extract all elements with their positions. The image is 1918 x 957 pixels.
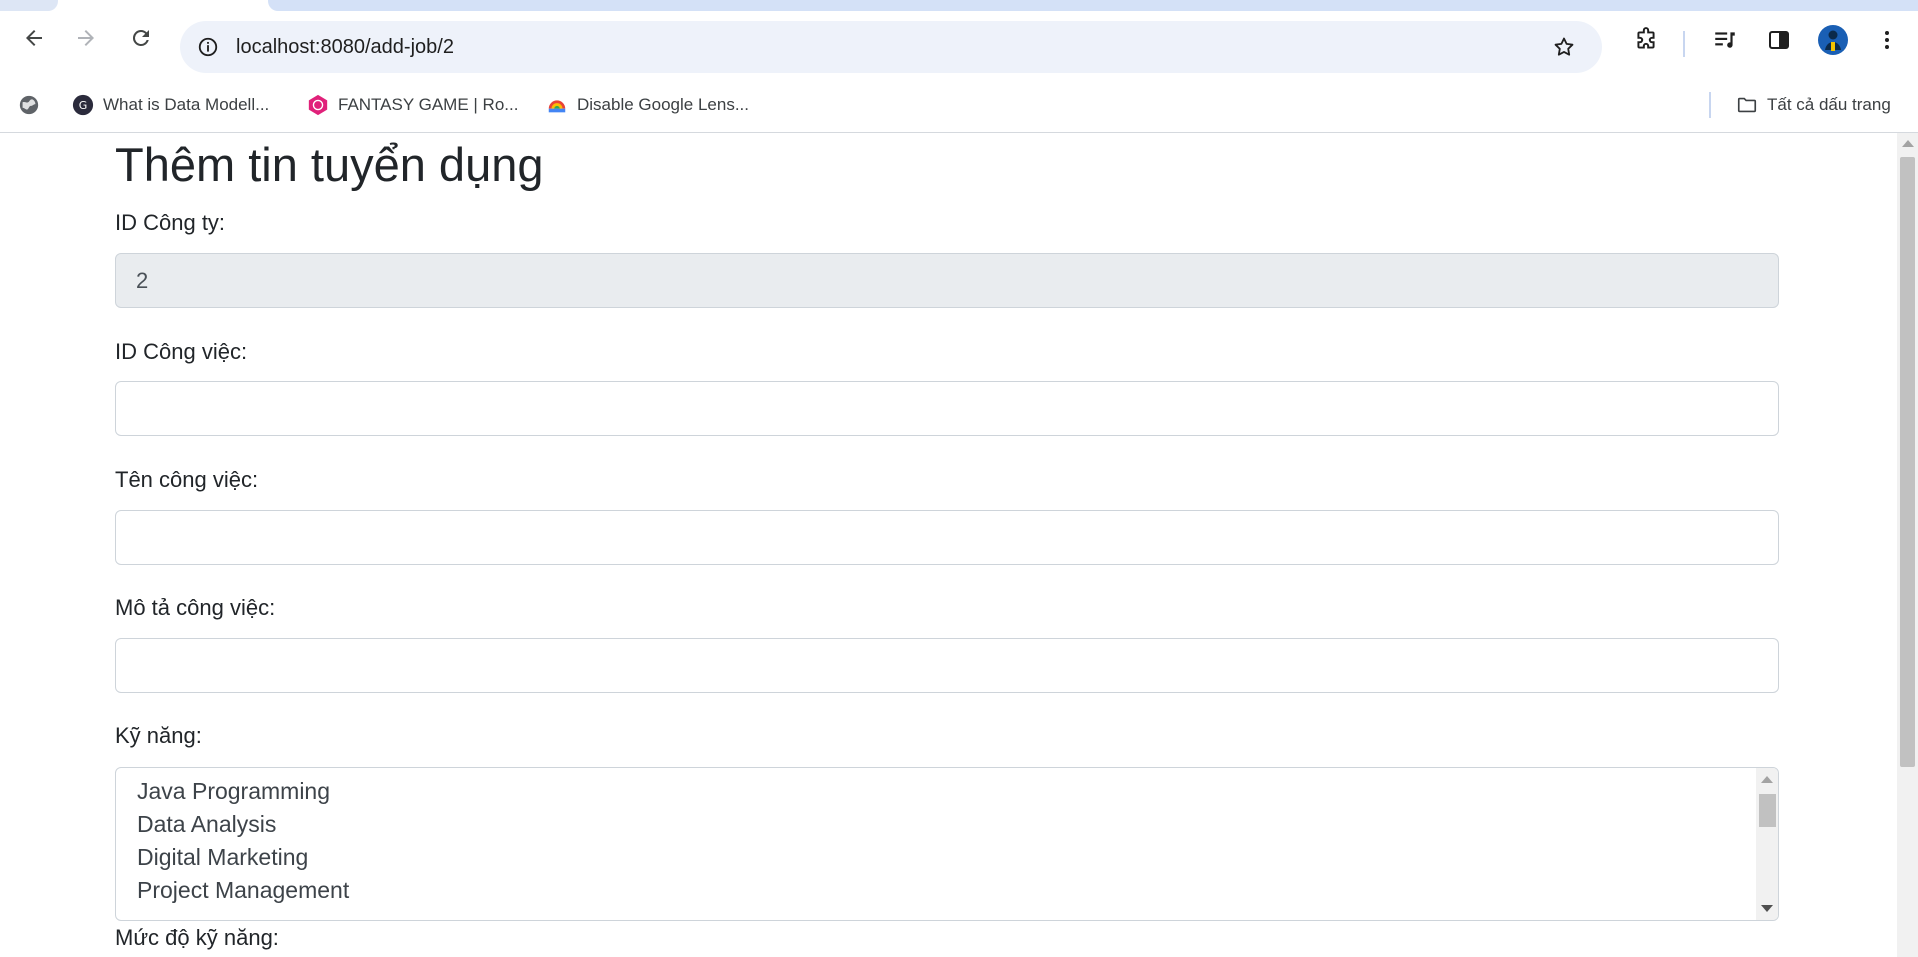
side-panel-icon[interactable] <box>1760 21 1798 59</box>
g-favicon-icon: G <box>72 94 94 116</box>
reload-button[interactable] <box>121 18 161 58</box>
toolbar-divider <box>1683 31 1685 57</box>
forward-button[interactable] <box>66 18 106 58</box>
extensions-icon[interactable] <box>1627 21 1665 59</box>
chrome-menu-icon[interactable] <box>1868 21 1906 59</box>
page-scrollbar[interactable] <box>1897 133 1918 957</box>
bookmarks-bar: G What is Data Modell... FANTASY GAME | … <box>0 79 1918 133</box>
bookmark-item[interactable]: Disable Google Lens... <box>546 92 749 118</box>
all-bookmarks-button[interactable]: Tất cả dấu trang <box>1736 92 1891 118</box>
bookmark-label: FANTASY GAME | Ro... <box>338 95 519 114</box>
url-text[interactable]: localhost:8080/add-job/2 <box>236 36 454 59</box>
skill-option[interactable]: Java Programming <box>137 778 330 805</box>
back-arrow-icon <box>26 30 42 46</box>
browser-toolbar: localhost:8080/add-job/2 <box>0 13 1918 79</box>
scroll-up-arrow-icon[interactable] <box>1761 776 1773 783</box>
job-name-field[interactable] <box>115 510 1779 565</box>
tab-strip <box>0 0 1918 13</box>
profile-avatar-icon[interactable] <box>1814 21 1852 59</box>
back-button[interactable] <box>14 18 54 58</box>
bookmark-item[interactable]: G What is Data Modell... <box>72 92 269 118</box>
page-title: Thêm tin tuyển dụng <box>115 138 544 191</box>
extension-favicon-icon <box>546 94 568 116</box>
tab-edge[interactable] <box>0 0 58 11</box>
active-tab[interactable] <box>268 0 1918 11</box>
skill-level-label: Mức độ kỹ năng: <box>115 925 279 950</box>
site-info-icon[interactable] <box>192 31 224 63</box>
job-id-label: ID Công việc: <box>115 339 248 364</box>
apps-icon[interactable] <box>18 92 40 118</box>
job-description-field[interactable] <box>115 638 1779 693</box>
page-scroll-thumb[interactable] <box>1900 157 1915 767</box>
bookmarks-divider <box>1709 92 1711 118</box>
folder-icon <box>1736 94 1758 116</box>
listbox-scrollbar[interactable] <box>1756 768 1778 920</box>
company-id-label: ID Công ty: <box>115 210 226 235</box>
reload-icon <box>132 29 149 46</box>
all-bookmarks-label: Tất cả dấu trang <box>1767 95 1891 114</box>
bookmark-label: Disable Google Lens... <box>577 95 749 114</box>
page-content: Thêm tin tuyển dụng ID Công ty: 2 ID Côn… <box>0 133 1897 957</box>
media-control-icon[interactable] <box>1706 21 1744 59</box>
address-bar[interactable]: localhost:8080/add-job/2 <box>180 21 1602 73</box>
skill-option[interactable]: Digital Marketing <box>137 844 308 871</box>
listbox-scroll-thumb[interactable] <box>1759 794 1776 827</box>
svg-text:G: G <box>79 99 88 112</box>
forward-arrow-icon <box>78 30 94 46</box>
job-description-label: Mô tả công việc: <box>115 595 276 620</box>
skills-label: Kỹ năng: <box>115 723 202 748</box>
scroll-down-arrow-icon[interactable] <box>1761 905 1773 912</box>
bookmark-star-icon[interactable] <box>1548 31 1580 63</box>
bookmark-label: What is Data Modell... <box>103 95 270 114</box>
bookmark-item[interactable]: FANTASY GAME | Ro... <box>307 92 518 118</box>
company-id-field[interactable]: 2 <box>115 253 1779 308</box>
skill-option[interactable]: Project Management <box>137 877 349 904</box>
job-name-label: Tên công việc: <box>115 467 259 492</box>
skill-option[interactable]: Data Analysis <box>137 811 276 838</box>
page-scroll-up-arrow-icon[interactable] <box>1902 140 1914 147</box>
game-favicon-icon <box>307 94 329 116</box>
job-id-field[interactable] <box>115 381 1779 436</box>
skills-listbox[interactable]: Java Programming Data Analysis Digital M… <box>115 767 1779 921</box>
